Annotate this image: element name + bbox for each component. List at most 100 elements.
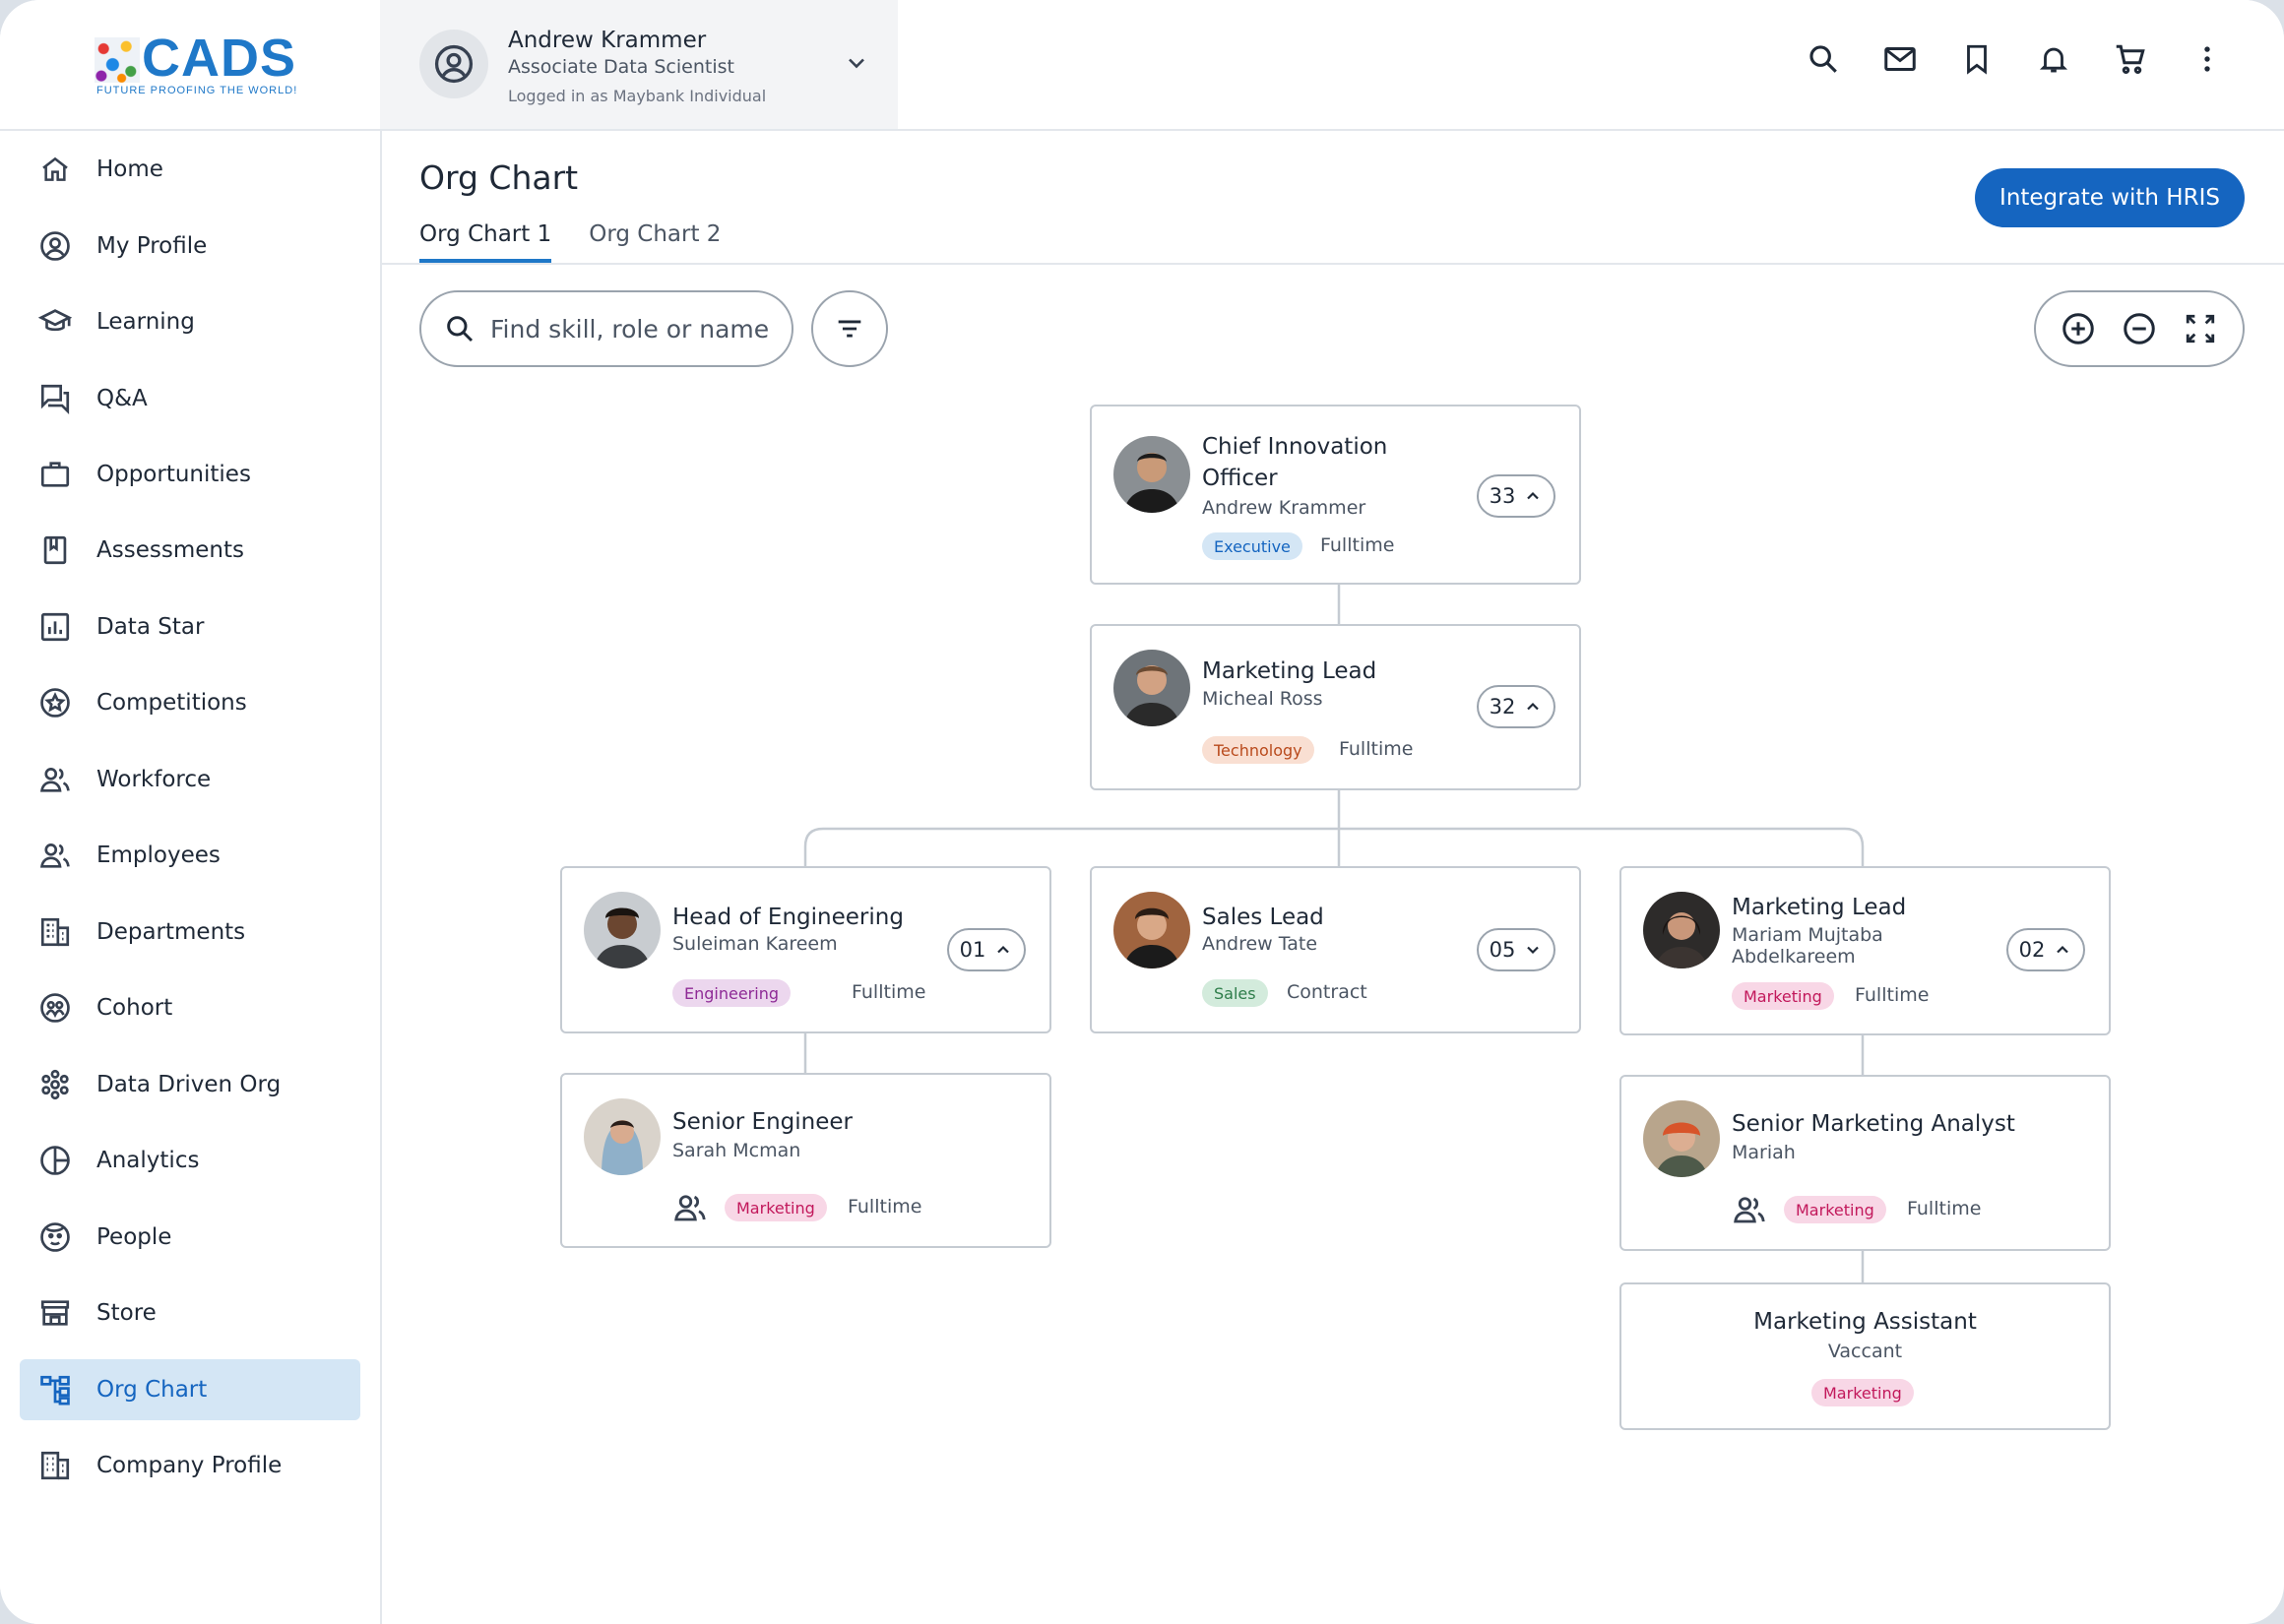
org-card-senior-marketing-analyst[interactable]: Senior Marketing Analyst Mariah Marketin… [1619,1075,2111,1251]
integrate-hris-button[interactable]: Integrate with HRIS [1975,168,2245,227]
sidebar-item-departments[interactable]: Departments [20,902,360,963]
sidebar-item-workforce[interactable]: Workforce [20,749,360,810]
search-icon[interactable] [1806,41,1841,77]
avatar [1113,892,1190,968]
search-box[interactable] [419,290,793,367]
sidebar-item-label: Learning [96,309,195,335]
team-icon [1734,1197,1765,1223]
sidebar-item-employees[interactable]: Employees [20,825,360,886]
sidebar-item-label: My Profile [96,233,208,259]
sidebar-item-org-chart[interactable]: Org Chart [20,1359,360,1420]
sidebar-item-label: Employees [96,843,221,868]
org-card-cio[interactable]: Chief Innovation Officer Andrew Krammer … [1090,405,1581,585]
sidebar-item-analytics[interactable]: Analytics [20,1130,360,1191]
user-role: Associate Data Scientist [508,56,734,78]
reports-count-toggle[interactable]: 01 [947,928,1026,971]
employment-type: Fulltime [852,981,926,1003]
role-title: Sales Lead [1202,905,1324,930]
sidebar-item-qa[interactable]: Q&A [20,368,360,429]
sidebar-item-store[interactable]: Store [20,1282,360,1343]
role-title-line2: Officer [1202,466,1278,491]
people-icon [37,762,73,797]
chevron-down-icon[interactable] [843,49,870,77]
chevron-up-icon [997,945,1010,954]
avatar [1113,436,1190,513]
fullscreen-icon[interactable] [2181,309,2220,348]
person-name: Andrew Krammer [1202,497,1366,519]
chevron-up-icon [1527,702,1540,711]
reports-count-toggle[interactable]: 32 [1477,685,1555,728]
employment-type: Fulltime [848,1196,922,1218]
sidebar-item-data-star[interactable]: Data Star [20,596,360,657]
chevron-up-icon [2057,945,2069,954]
sidebar-item-label: Assessments [96,537,244,563]
reports-count: 01 [959,938,986,962]
reports-count-toggle[interactable]: 33 [1477,474,1555,518]
store-icon [37,1295,73,1331]
avatar [1643,1100,1720,1177]
sidebar-item-people[interactable]: People [20,1207,360,1268]
org-card-marketing-lead-mariam[interactable]: Marketing Lead Mariam Mujtaba Abdelkaree… [1619,866,2111,1035]
org-card-sales-lead[interactable]: Sales Lead Andrew Tate Sales Contract 05 [1090,866,1581,1033]
cads-logo[interactable]: CADS FUTURE PROOFING THE WORLD! [95,29,301,98]
sidebar-item-opportunities[interactable]: Opportunities [20,444,360,505]
page-title: Org Chart [419,158,579,197]
sidebar-item-data-driven-org[interactable]: Data Driven Org [20,1054,360,1115]
reports-count-toggle[interactable]: 02 [2006,928,2085,971]
cart-icon[interactable] [2113,41,2148,77]
logo-tagline: FUTURE PROOFING THE WORLD! [96,85,298,96]
more-vertical-icon[interactable] [2189,41,2225,77]
user-name: Andrew Krammer [508,28,707,53]
role-title: Head of Engineering [672,905,904,930]
bell-icon[interactable] [2036,41,2071,77]
mail-icon[interactable] [1882,41,1918,77]
sidebar-item-learning[interactable]: Learning [20,291,360,352]
department-badge: Executive [1202,532,1302,560]
sidebar-item-label: Data Star [96,614,205,640]
chat-icon [37,381,73,416]
avatar [1113,650,1190,726]
login-context: Logged in as Maybank Individual [508,87,767,105]
user-circle-icon [434,44,474,84]
sidebar-item-cohort[interactable]: Cohort [20,977,360,1038]
tab-org-chart-1[interactable]: Org Chart 1 [419,221,552,263]
sidebar-item-assessments[interactable]: Assessments [20,520,360,581]
role-title: Chief Innovation [1202,434,1388,460]
sidebar-item-label: Analytics [96,1148,200,1173]
tab-org-chart-2[interactable]: Org Chart 2 [589,221,721,263]
app-window: CADS FUTURE PROOFING THE WORLD! Andrew K… [0,0,2284,1624]
sidebar-item-label: Org Chart [96,1377,208,1403]
bookmark-icon[interactable] [1959,41,1995,77]
home-icon [37,152,73,187]
sidebar-item-label: Departments [96,919,246,945]
employment-type: Fulltime [1339,738,1414,760]
sidebar-item-home[interactable]: Home [20,139,360,200]
org-chart-icon [37,1372,73,1407]
avatar [1643,892,1720,968]
zoom-in-icon[interactable] [2059,309,2098,348]
sidebar-item-label: Competitions [96,690,247,716]
sidebar-item-my-profile[interactable]: My Profile [20,216,360,277]
role-title: Senior Engineer [672,1109,853,1135]
chevron-up-icon [1527,491,1540,500]
org-card-head-of-engineering[interactable]: Head of Engineering Suleiman Kareem Engi… [560,866,1051,1033]
search-input[interactable] [490,314,776,344]
department-badge: Technology [1202,736,1314,764]
zoom-out-icon[interactable] [2120,309,2159,348]
user-switcher[interactable]: Andrew Krammer Associate Data Scientist … [380,0,898,129]
sidebar-item-company-profile[interactable]: Company Profile [20,1435,360,1496]
employment-type: Fulltime [1855,984,1930,1006]
org-card-marketing-assistant[interactable]: Marketing Assistant Vaccant Marketing [1619,1282,2111,1430]
star-badge-icon [37,685,73,720]
pie-chart-icon [37,1143,73,1178]
chart-tabs: Org Chart 1 Org Chart 2 [419,221,721,263]
org-card-marketing-lead-ross[interactable]: Marketing Lead Micheal Ross Technology F… [1090,624,1581,790]
employment-type: Fulltime [1907,1198,1982,1219]
graduation-cap-icon [37,304,73,340]
group-circle-icon [37,990,73,1026]
filter-button[interactable] [811,290,888,367]
sidebar-item-competitions[interactable]: Competitions [20,672,360,733]
person-name: Andrew Tate [1202,933,1318,955]
reports-count-toggle[interactable]: 05 [1477,928,1555,971]
org-card-senior-engineer[interactable]: Senior Engineer Sarah Mcman Marketing Fu… [560,1073,1051,1248]
